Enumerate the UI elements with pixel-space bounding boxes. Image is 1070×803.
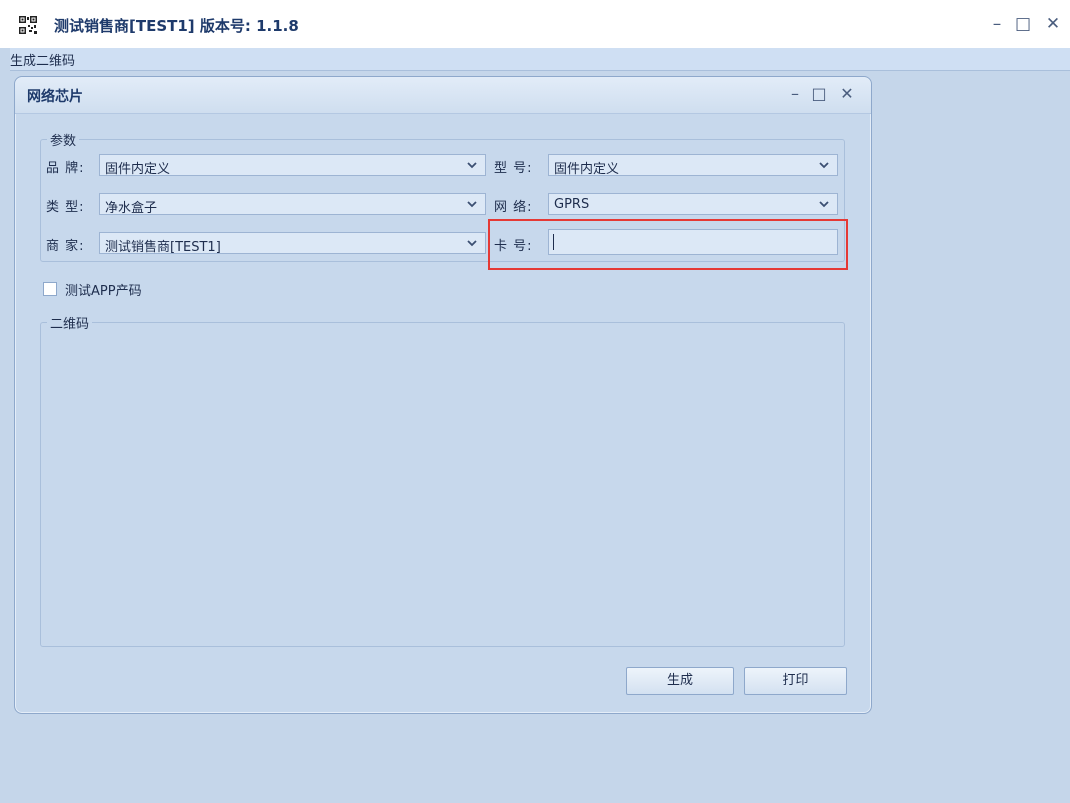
child-minimize-button[interactable]: – [785, 84, 805, 104]
window-title: 测试销售商[TEST1] 版本号: 1.1.8 [54, 17, 299, 35]
brand-label: 品 牌: [46, 161, 85, 176]
minimize-button[interactable]: – [986, 13, 1008, 35]
model-dropdown[interactable]: 固件内定义 [548, 154, 838, 177]
chevron-down-icon [467, 162, 477, 169]
chevron-down-icon [467, 201, 477, 208]
card-number-label: 卡 号: [494, 239, 533, 254]
merchant-label: 商 家: [46, 239, 85, 254]
type-value: 净水盒子 [105, 201, 158, 216]
model-label: 型 号: [494, 161, 533, 176]
merchant-dropdown[interactable]: 测试销售商[TEST1] [99, 232, 486, 255]
child-title-bar: 网络芯片 – □ ✕ [15, 77, 871, 114]
brand-dropdown[interactable]: 固件内定义 [99, 154, 486, 177]
network-label: 网 络: [494, 200, 533, 215]
close-button[interactable]: ✕ [1042, 13, 1064, 35]
print-button[interactable]: 打印 [744, 667, 847, 695]
card-number-input[interactable] [548, 229, 838, 255]
chevron-down-icon [467, 240, 477, 247]
generate-button[interactable]: 生成 [626, 667, 734, 695]
type-label: 类 型: [46, 200, 85, 215]
qr-code-icon [18, 15, 38, 35]
merchant-value: 测试销售商[TEST1] [105, 240, 221, 255]
child-maximize-button[interactable]: □ [809, 84, 829, 104]
text-caret [553, 234, 554, 250]
chevron-down-icon [819, 201, 829, 208]
title-bar: 测试销售商[TEST1] 版本号: 1.1.8 – □ ✕ [0, 0, 1070, 48]
child-window-title: 网络芯片 [27, 89, 83, 105]
model-value: 固件内定义 [554, 162, 620, 177]
menu-item-generate-qr[interactable]: 生成二维码 [10, 50, 75, 69]
maximize-button[interactable]: □ [1012, 13, 1034, 35]
qr-code-group-label: 二维码 [50, 317, 90, 332]
params-group-label: 参数 [50, 134, 77, 149]
menu-bar: 生成二维码 [10, 48, 1070, 71]
test-app-checkbox-label[interactable]: 测试APP产码 [65, 280, 142, 299]
application-window: 测试销售商[TEST1] 版本号: 1.1.8 – □ ✕ 生成二维码 网络芯片… [0, 0, 1070, 803]
type-dropdown[interactable]: 净水盒子 [99, 193, 486, 216]
qr-code-group: 二维码 [40, 313, 845, 647]
network-dropdown[interactable]: GPRS [548, 193, 838, 215]
brand-value: 固件内定义 [105, 162, 171, 177]
network-value: GPRS [554, 197, 590, 212]
chevron-down-icon [819, 162, 829, 169]
child-close-button[interactable]: ✕ [837, 84, 857, 104]
test-app-checkbox[interactable] [43, 282, 57, 296]
